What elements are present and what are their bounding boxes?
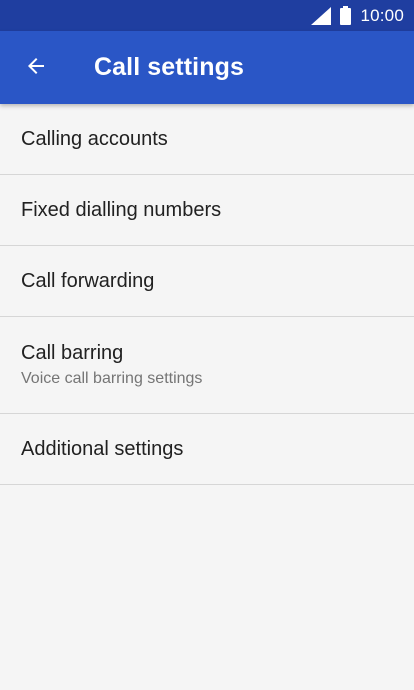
settings-item-call-forwarding[interactable]: Call forwarding xyxy=(0,246,414,317)
settings-item-summary: Voice call barring settings xyxy=(21,370,203,387)
settings-item-label: Fixed dialling numbers xyxy=(21,198,222,221)
app-bar: Call settings xyxy=(0,31,414,104)
settings-item-additional-settings[interactable]: Additional settings xyxy=(0,414,414,485)
settings-item-call-barring[interactable]: Call barring Voice call barring settings xyxy=(0,317,414,414)
cell-signal-icon xyxy=(311,6,332,25)
settings-item-fixed-dialling-numbers[interactable]: Fixed dialling numbers xyxy=(0,175,414,246)
settings-item-label: Call barring xyxy=(21,342,124,364)
back-button[interactable] xyxy=(16,46,56,86)
status-bar: 10:00 xyxy=(0,0,414,31)
settings-item-calling-accounts[interactable]: Calling accounts xyxy=(0,104,414,175)
settings-item-label: Call forwarding xyxy=(21,269,155,292)
arrow-back-icon xyxy=(28,58,44,74)
status-icons: 10:00 xyxy=(311,0,404,31)
battery-full-icon xyxy=(340,6,352,25)
settings-item-label: Calling accounts xyxy=(21,127,168,150)
settings-item-label: Additional settings xyxy=(21,437,184,460)
status-clock: 10:00 xyxy=(360,5,404,25)
settings-list: Calling accounts Fixed dialling numbers … xyxy=(0,104,414,485)
page-title: Call settings xyxy=(94,53,244,81)
